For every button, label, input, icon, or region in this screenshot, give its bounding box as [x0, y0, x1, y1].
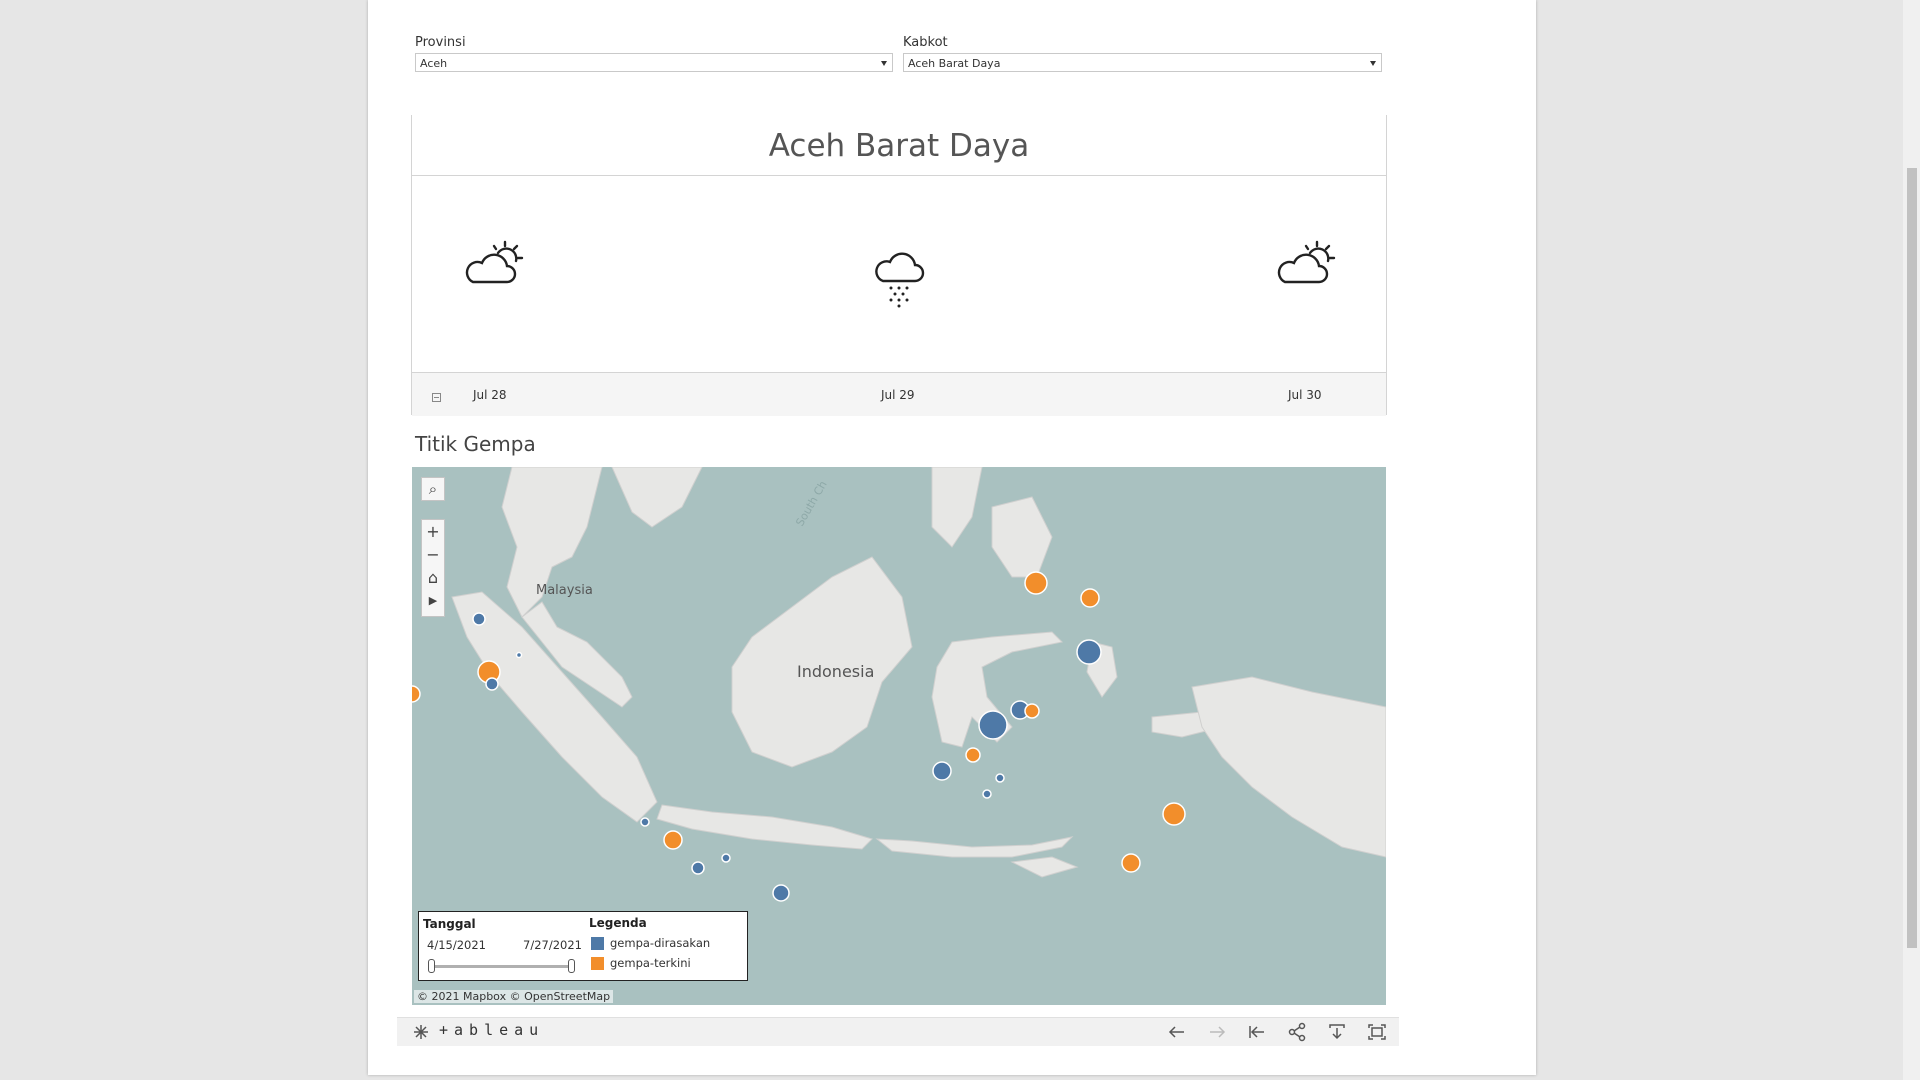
partly-cloudy-icon	[1277, 240, 1336, 284]
tableau-logo-icon	[414, 1025, 428, 1039]
tableau-toolbar: +ableau	[397, 1017, 1399, 1046]
legend-swatch-dirasakan	[591, 937, 604, 950]
quake-point-dirasakan	[978, 710, 1008, 740]
quake-point-terkini	[1162, 802, 1186, 826]
quake-point-terkini	[412, 685, 421, 703]
date-label: Jul 30	[1288, 388, 1322, 402]
redo-icon[interactable]	[1207, 1022, 1227, 1042]
date-end: 7/27/2021	[523, 938, 582, 952]
date-start: 4/15/2021	[427, 938, 486, 952]
quake-point-terkini	[1024, 703, 1040, 719]
quake-point-dirasakan	[515, 651, 523, 659]
map-label-malaysia: Malaysia	[536, 583, 593, 598]
provinsi-dropdown[interactable]: Aceh	[415, 53, 893, 72]
cloud-snow-icon	[875, 252, 925, 308]
provinsi-label: Provinsi	[415, 35, 466, 50]
quake-point-dirasakan	[472, 612, 486, 626]
zoom-in-icon[interactable]: +	[422, 520, 444, 543]
collapse-icon[interactable]	[432, 393, 441, 402]
date-label: Jul 28	[473, 388, 507, 402]
quake-point-dirasakan	[772, 884, 790, 902]
weather-panel: Aceh Barat Daya Jul 28 Jul 29 Jul 30	[411, 115, 1387, 416]
quake-point-terkini	[1080, 588, 1100, 608]
download-icon[interactable]	[1327, 1022, 1347, 1042]
quake-point-dirasakan	[640, 817, 650, 827]
quake-point-dirasakan	[995, 773, 1005, 783]
date-slider-end-handle[interactable]	[568, 959, 575, 973]
partly-cloudy-icon	[465, 240, 524, 284]
map-title: Titik Gempa	[415, 432, 536, 456]
fullscreen-icon[interactable]	[1367, 1022, 1387, 1042]
date-slider-track[interactable]	[431, 965, 571, 968]
undo-icon[interactable]	[1167, 1022, 1187, 1042]
quake-point-terkini	[1024, 571, 1048, 595]
map-legend: Tanggal 4/15/2021 7/27/2021 Legenda gemp…	[418, 911, 748, 981]
legend-label-terkini[interactable]: gempa-terkini	[610, 956, 691, 970]
map-label-indonesia: Indonesia	[797, 662, 874, 681]
map-label-sea: South Ch	[793, 479, 829, 529]
quake-point-dirasakan	[982, 789, 992, 799]
search-icon[interactable]: ⌕	[421, 477, 445, 501]
date-slider-start-handle[interactable]	[428, 959, 435, 973]
legend-swatch-terkini	[591, 957, 604, 970]
legend-label-dirasakan[interactable]: gempa-dirasakan	[610, 936, 710, 950]
quake-point-dirasakan	[932, 761, 952, 781]
map-credit[interactable]: © 2021 Mapbox © OpenStreetMap	[414, 990, 614, 1003]
provinsi-value: Aceh	[420, 57, 448, 70]
kabkot-value: Aceh Barat Daya	[908, 57, 1001, 70]
kabkot-dropdown[interactable]: Aceh Barat Daya	[903, 53, 1382, 72]
chevron-down-icon	[881, 61, 887, 66]
kabkot-label: Kabkot	[903, 35, 948, 50]
weather-date-axis: Jul 28 Jul 29 Jul 30	[412, 372, 1386, 416]
weather-title: Aceh Barat Daya	[412, 115, 1386, 176]
play-icon[interactable]: ▶	[422, 589, 444, 612]
earthquake-map[interactable]: Malaysia Indonesia South Ch ⌕ + − ⌂ ▶ Ta…	[412, 467, 1386, 1005]
quake-point-dirasakan	[721, 853, 731, 863]
home-icon[interactable]: ⌂	[422, 566, 444, 589]
quake-point-terkini	[1121, 853, 1141, 873]
tableau-logo-text: +ableau	[439, 1021, 545, 1039]
quake-point-dirasakan	[691, 861, 705, 875]
quake-point-dirasakan	[1076, 639, 1102, 665]
date-filter-header: Tanggal	[423, 917, 476, 931]
date-label: Jul 29	[881, 388, 915, 402]
quake-point-dirasakan	[485, 677, 499, 691]
quake-point-terkini	[965, 747, 981, 763]
chevron-down-icon	[1370, 61, 1376, 66]
map-zoom-controls: + − ⌂ ▶	[421, 519, 445, 617]
zoom-out-icon[interactable]: −	[422, 543, 444, 566]
share-icon[interactable]	[1287, 1022, 1307, 1042]
quake-point-terkini	[663, 830, 683, 850]
scrollbar-thumb[interactable]	[1907, 168, 1917, 948]
revert-icon[interactable]	[1247, 1022, 1267, 1042]
legend-header: Legenda	[589, 916, 647, 930]
